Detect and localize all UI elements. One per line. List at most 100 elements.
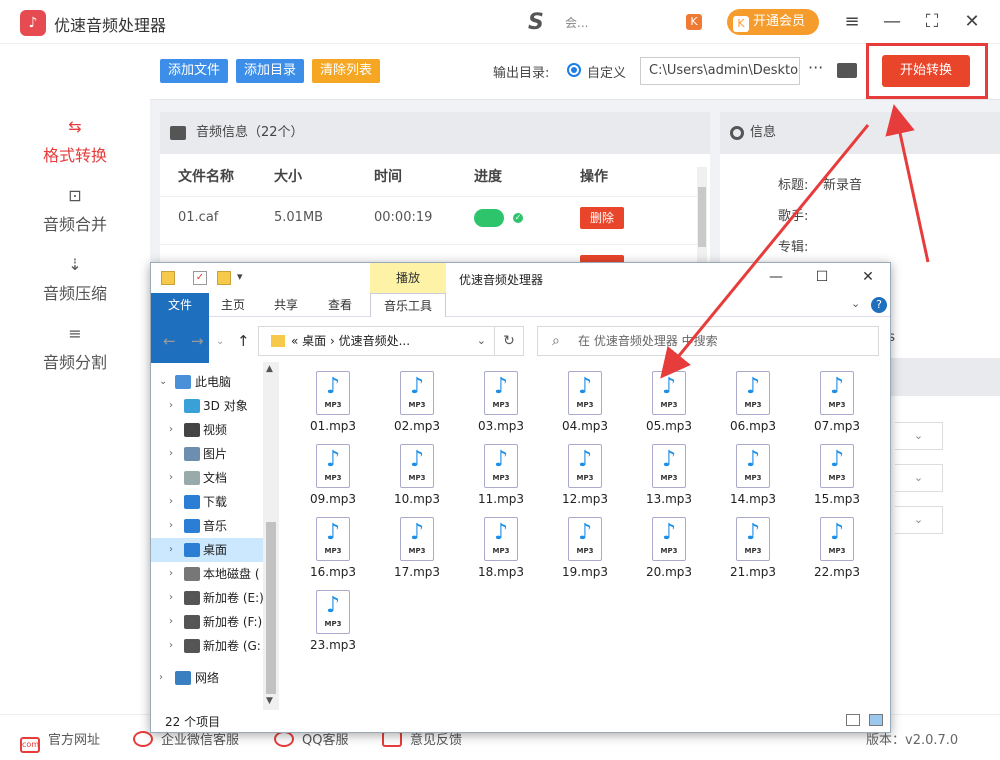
minimize-icon[interactable]: — [880, 10, 904, 34]
chevron-right-icon[interactable]: › [169, 466, 173, 490]
file-item[interactable]: ♪ MP3 14.mp3 [711, 444, 795, 514]
add-file-button[interactable]: 添加文件 [160, 59, 229, 83]
new-folder-icon[interactable] [217, 271, 231, 285]
tab-view[interactable]: 查看 [315, 293, 365, 317]
nav-scrollbar[interactable]: ▲ ▼ [263, 362, 279, 710]
file-item[interactable]: ♪ MP3 06.mp3 [711, 371, 795, 441]
vip-button[interactable]: K 开通会员 [727, 9, 819, 35]
file-item[interactable]: ♪ MP3 13.mp3 [627, 444, 711, 514]
nav-item[interactable]: › 3D 对象 [151, 394, 267, 418]
user-avatar-icon[interactable]: S [528, 10, 544, 35]
up-icon[interactable]: ↑ [237, 332, 250, 350]
scroll-down-icon[interactable]: ▼ [266, 696, 273, 706]
nav-item[interactable]: › 新加卷 (G: [151, 634, 267, 658]
search-input[interactable]: ⌕ 在 优速音频处理器 中搜索 [537, 326, 879, 356]
user-name[interactable]: 会... [565, 14, 588, 31]
output-path-field[interactable]: C:\Users\admin\Desktop [640, 57, 800, 85]
chevron-right-icon[interactable]: › [169, 586, 173, 610]
chevron-right-icon[interactable]: › [169, 394, 173, 418]
sidebar-item-audio-merge[interactable]: ⊡ 音频合并 [0, 185, 150, 235]
close-icon[interactable]: ✕ [960, 10, 984, 34]
scroll-up-icon[interactable]: ▲ [266, 364, 273, 374]
file-item[interactable]: ♪ MP3 12.mp3 [543, 444, 627, 514]
sidebar-item-format-convert[interactable]: ⇆ 格式转换 [0, 116, 150, 166]
large-icons-view-icon[interactable] [869, 714, 883, 726]
add-directory-button[interactable]: 添加目录 [236, 59, 305, 83]
nav-item[interactable]: › 音乐 [151, 514, 267, 538]
chevron-down-icon[interactable]: ⌄ [159, 370, 167, 394]
chevron-right-icon[interactable]: › [169, 490, 173, 514]
chevron-right-icon[interactable]: › [169, 634, 173, 658]
select-dropdown[interactable]: ⌄ [895, 464, 943, 492]
file-item[interactable]: ♪ MP3 10.mp3 [375, 444, 459, 514]
maximize-icon[interactable]: ⛶ [920, 10, 944, 34]
file-item[interactable]: ♪ MP3 20.mp3 [627, 517, 711, 587]
file-item[interactable]: ♪ MP3 15.mp3 [795, 444, 879, 514]
file-item[interactable]: ♪ MP3 22.mp3 [795, 517, 879, 587]
file-item[interactable]: ♪ MP3 16.mp3 [291, 517, 375, 587]
file-item[interactable]: ♪ MP3 05.mp3 [627, 371, 711, 441]
nav-item[interactable]: › 新加卷 (F:) [151, 610, 267, 634]
file-item[interactable]: ♪ MP3 17.mp3 [375, 517, 459, 587]
file-item[interactable]: ♪ MP3 03.mp3 [459, 371, 543, 441]
scrollbar-thumb[interactable] [266, 522, 276, 694]
minimize-icon[interactable]: — [766, 269, 786, 285]
nav-item[interactable]: › 视频 [151, 418, 267, 442]
address-field[interactable]: « 桌面 › 优速音频处... ⌄ [258, 326, 495, 356]
nav-item[interactable]: › 文档 [151, 466, 267, 490]
nav-item[interactable]: ⌄ 此电脑 [151, 370, 267, 394]
clear-list-button[interactable]: 清除列表 [312, 59, 381, 83]
delete-button[interactable]: 删除 [580, 207, 624, 229]
maximize-icon[interactable]: ☐ [812, 269, 832, 285]
back-icon[interactable]: ← [163, 332, 176, 350]
tab-home[interactable]: 主页 [209, 293, 257, 317]
recent-locations-icon[interactable]: ⌄ [216, 336, 224, 347]
nav-item[interactable]: › 图片 [151, 442, 267, 466]
expand-ribbon-icon[interactable]: ⌄ [851, 297, 860, 310]
nav-item[interactable]: › 网络 [151, 666, 267, 690]
divider [160, 244, 700, 245]
file-item[interactable]: ♪ MP3 07.mp3 [795, 371, 879, 441]
file-item[interactable]: ♪ MP3 04.mp3 [543, 371, 627, 441]
vip-icon[interactable]: K [686, 14, 702, 30]
sidebar-item-audio-split[interactable]: ≡ 音频分割 [0, 323, 150, 373]
file-item[interactable]: ♪ MP3 02.mp3 [375, 371, 459, 441]
official-site-link[interactable]: com 官方网址 [20, 729, 100, 753]
chevron-right-icon[interactable]: › [159, 666, 163, 690]
close-icon[interactable]: ✕ [858, 269, 878, 285]
file-item[interactable]: ♪ MP3 09.mp3 [291, 444, 375, 514]
file-item[interactable]: ♪ MP3 18.mp3 [459, 517, 543, 587]
tab-music-tools[interactable]: 音乐工具 [370, 293, 446, 317]
select-dropdown[interactable]: ⌄ [895, 506, 943, 534]
menu-icon[interactable]: ≡ [840, 10, 864, 34]
chevron-right-icon[interactable]: › [169, 514, 173, 538]
chevron-right-icon[interactable]: › [169, 442, 173, 466]
select-dropdown[interactable]: ⌄ [895, 422, 943, 450]
more-icon[interactable]: ··· [808, 58, 823, 77]
properties-icon[interactable]: ✓ [193, 271, 207, 285]
sidebar-item-audio-compress[interactable]: ⇣ 音频压缩 [0, 254, 150, 304]
nav-item[interactable]: › 新加卷 (E:) [151, 586, 267, 610]
forward-icon[interactable]: → [191, 332, 204, 350]
file-item[interactable]: ♪ MP3 11.mp3 [459, 444, 543, 514]
nav-item[interactable]: › 下载 [151, 490, 267, 514]
scrollbar-thumb[interactable] [698, 187, 706, 247]
nav-item[interactable]: › 本地磁盘 ( [151, 562, 267, 586]
customize-quick-access-icon[interactable]: ▾ [237, 270, 243, 283]
chevron-right-icon[interactable]: › [169, 610, 173, 634]
chevron-right-icon[interactable]: › [169, 538, 173, 562]
tab-share[interactable]: 共享 [261, 293, 311, 317]
file-item[interactable]: ♪ MP3 01.mp3 [291, 371, 375, 441]
chevron-right-icon[interactable]: › [169, 562, 173, 586]
custom-radio[interactable] [567, 63, 581, 77]
details-view-icon[interactable] [846, 714, 860, 726]
folder-icon[interactable] [837, 63, 857, 78]
help-icon[interactable]: ? [871, 297, 887, 313]
nav-item[interactable]: › 桌面 [151, 538, 267, 562]
refresh-icon[interactable]: ↻ [495, 326, 524, 356]
file-item[interactable]: ♪ MP3 23.mp3 [291, 590, 375, 660]
file-item[interactable]: ♪ MP3 21.mp3 [711, 517, 795, 587]
file-item[interactable]: ♪ MP3 19.mp3 [543, 517, 627, 587]
chevron-down-icon[interactable]: ⌄ [477, 327, 486, 355]
chevron-right-icon[interactable]: › [169, 418, 173, 442]
